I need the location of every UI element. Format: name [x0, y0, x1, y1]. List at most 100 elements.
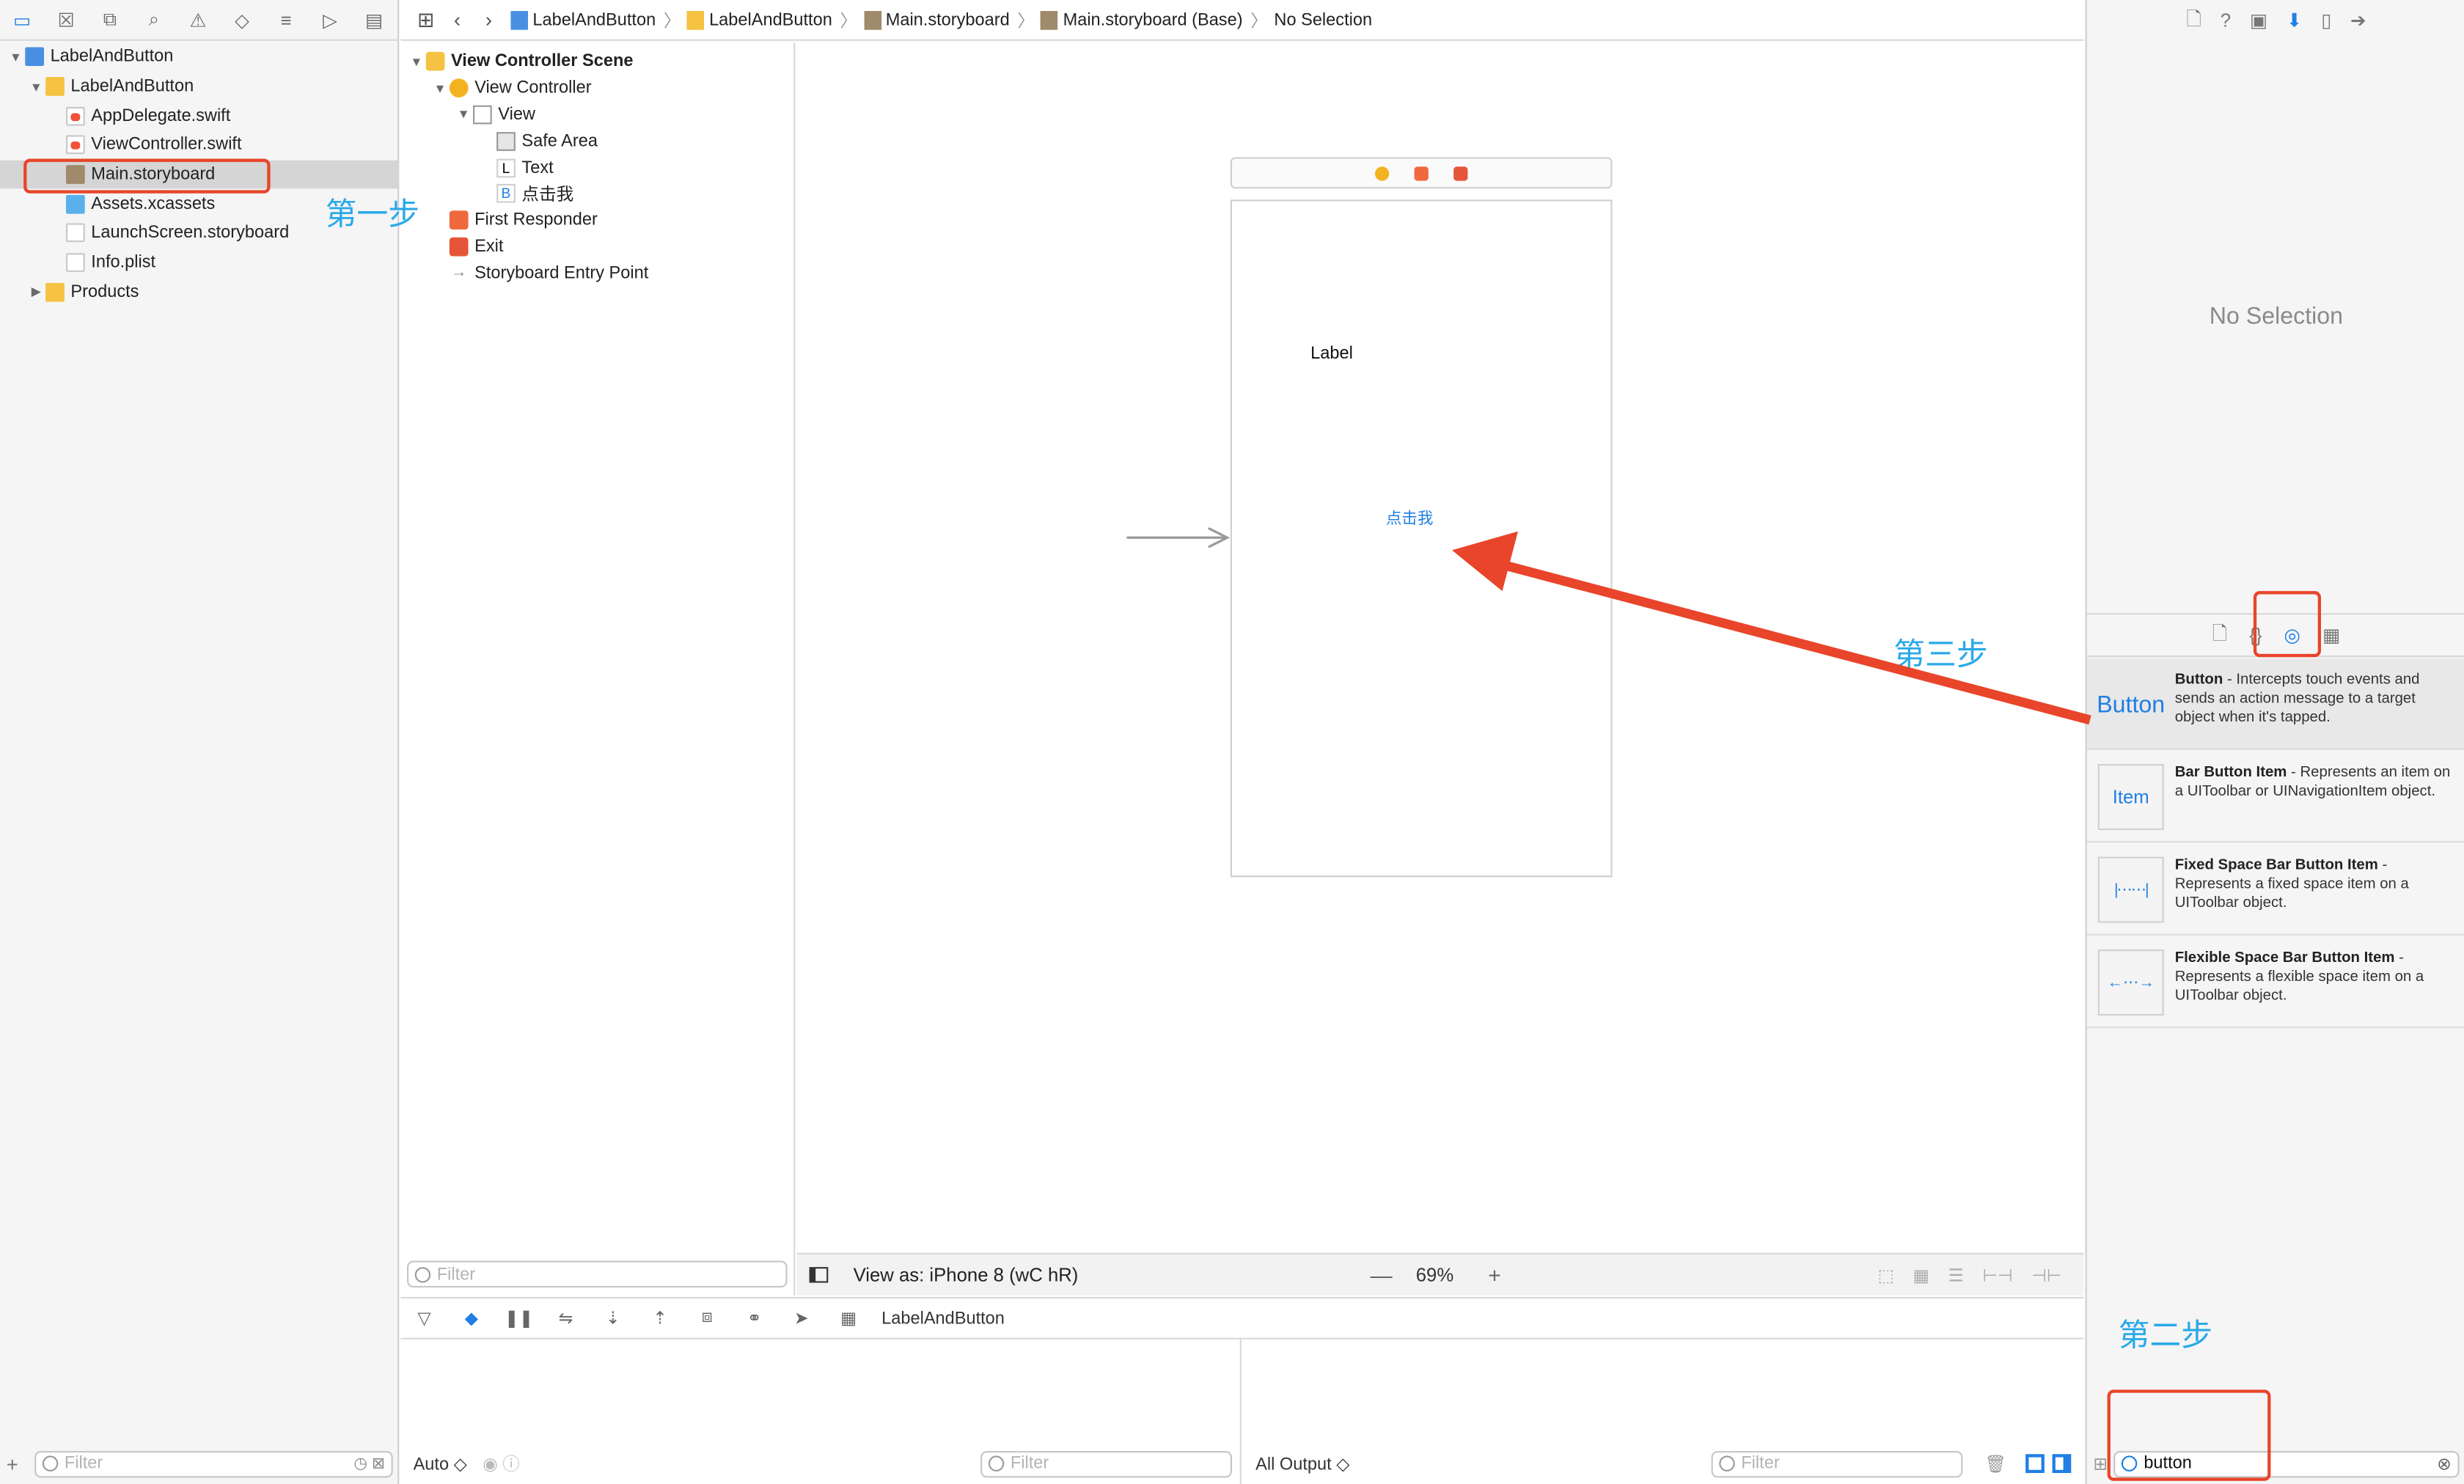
breadcrumb-file[interactable]: Main.storyboard 〉: [863, 7, 1035, 32]
zoom-in-button[interactable]: +: [1488, 1263, 1501, 1288]
outline-item[interactable]: First Responder: [407, 207, 793, 234]
disclosure-open-icon[interactable]: ▼: [430, 81, 450, 95]
report-icon[interactable]: ▤: [359, 4, 390, 35]
navigator-filter-input[interactable]: Filter ◷ ⊠: [34, 1450, 393, 1477]
crumb-label: LabelAndButton: [532, 10, 656, 29]
update-frames-icon[interactable]: ⬚: [1878, 1265, 1894, 1285]
scheme-name[interactable]: LabelAndButton: [881, 1309, 1005, 1328]
library-item[interactable]: Button Button - Intercepts touch events a…: [2086, 658, 2464, 750]
library-item[interactable]: ←⋯→ Flexible Space Bar Button Item - Repr…: [2086, 937, 2464, 1029]
add-icon[interactable]: +: [7, 1452, 35, 1475]
breadcrumb-project[interactable]: LabelAndButton 〉: [510, 7, 681, 32]
zoom-out-button[interactable]: —: [1371, 1263, 1393, 1288]
step-in-icon[interactable]: ⇣: [598, 1308, 627, 1329]
identity-inspector-icon[interactable]: ▣: [2250, 10, 2267, 32]
memory-graph-icon[interactable]: ⚭: [740, 1308, 769, 1329]
exit-icon[interactable]: [1453, 166, 1468, 180]
first-responder-icon[interactable]: [1414, 166, 1429, 180]
auto-selector[interactable]: Auto ◇: [414, 1453, 467, 1474]
step-over-icon[interactable]: ⇋: [551, 1308, 580, 1329]
outline-tree: ▼ View Controller Scene ▼ View Controller ▼ V…: [407, 48, 793, 286]
debug-icon[interactable]: ≡: [271, 4, 302, 35]
tree-item[interactable]: ▼ LabelAndButton: [0, 72, 399, 101]
stack-icon[interactable]: ☰: [1948, 1265, 1964, 1285]
connections-inspector-icon[interactable]: ➔: [2350, 10, 2366, 32]
label-element[interactable]: Label: [1310, 345, 1353, 364]
folder-icon: [45, 282, 65, 302]
inspector-pane: 🗋 ? ▣ ⬇ ▯ ➔ No Selection 🗋 {} ◎ ▦ Button…: [2085, 0, 2464, 1484]
trash-icon[interactable]: 🗑: [1984, 1453, 2006, 1474]
symbol-icon[interactable]: ⧉: [95, 4, 126, 35]
help-inspector-icon[interactable]: ?: [2221, 10, 2231, 32]
toggle-outline-icon[interactable]: [809, 1267, 829, 1283]
breadcrumb-folder[interactable]: LabelAndButton 〉: [687, 7, 857, 32]
tree-item[interactable]: Info.plist: [0, 248, 399, 277]
size-inspector-icon[interactable]: ▯: [2321, 10, 2331, 32]
console-filter-input[interactable]: Filter: [1711, 1450, 1963, 1477]
recent-icon[interactable]: ◷ ⊠: [353, 1455, 385, 1472]
outline-item[interactable]: L Text: [407, 155, 793, 181]
breakpoint-icon[interactable]: ▷: [315, 4, 346, 35]
variables-view: Auto ◇ ◉ ⓘ Filter: [400, 1339, 1242, 1484]
outline-item[interactable]: ▼ View: [407, 101, 793, 128]
folder-icon[interactable]: ▭: [7, 4, 38, 35]
all-output-selector[interactable]: All Output ◇: [1255, 1453, 1349, 1474]
pause-icon[interactable]: ❚❚: [505, 1308, 534, 1329]
clear-icon[interactable]: ⊗: [2437, 1453, 2452, 1474]
grid-view-icon[interactable]: ⊞: [2093, 1453, 2108, 1474]
outline-item[interactable]: ▼ View Controller Scene: [407, 48, 793, 75]
library-item[interactable]: Item Bar Button Item - Represents an item…: [2086, 752, 2464, 843]
breadcrumb-selection[interactable]: No Selection: [1274, 10, 1372, 29]
outline-item[interactable]: ▼ View Controller: [407, 75, 793, 101]
split-right-icon[interactable]: [2052, 1454, 2072, 1473]
source-control-icon[interactable]: ☒: [51, 4, 82, 35]
canvas-bottom-bar: View as: iPhone 8 (wC hR) — 69% + ⬚ ▦ ☰ …: [796, 1252, 2084, 1296]
disclosure-open-icon[interactable]: ▼: [26, 79, 45, 93]
embed-icon[interactable]: ▦: [1913, 1265, 1929, 1285]
outline-item[interactable]: Exit: [407, 234, 793, 260]
location-icon[interactable]: ➤: [788, 1308, 816, 1329]
split-left-icon[interactable]: [2025, 1454, 2045, 1473]
safe-area-icon: [496, 131, 516, 151]
view-as-label[interactable]: View as: iPhone 8 (wC hR): [854, 1264, 1079, 1286]
warning-icon[interactable]: ⚠: [183, 4, 214, 35]
outline-filter-input[interactable]: Filter: [407, 1260, 788, 1288]
back-icon[interactable]: ‹: [441, 8, 473, 32]
breakpoints-toggle-icon[interactable]: ◆: [458, 1308, 486, 1329]
attributes-inspector-icon[interactable]: ⬇: [2287, 10, 2303, 32]
variables-filter-input[interactable]: Filter: [980, 1450, 1232, 1477]
media-library-icon[interactable]: ▦: [2322, 624, 2340, 646]
test-icon[interactable]: ◇: [227, 4, 258, 35]
disclosure-closed-icon[interactable]: ▶: [26, 285, 45, 299]
disclosure-open-icon[interactable]: ▼: [407, 55, 426, 69]
tree-item[interactable]: ▶ Products: [0, 277, 399, 306]
tree-item[interactable]: ▼ LabelAndButton: [0, 43, 399, 72]
disclosure-open-icon[interactable]: ▼: [454, 108, 473, 122]
outline-item-label: Text: [521, 158, 554, 177]
eye-icon[interactable]: ◉ ⓘ: [483, 1451, 520, 1476]
library-item-text: Flexible Space Bar Button Item - Represe…: [2175, 949, 2464, 1006]
align-icon[interactable]: ⊢⊣: [1983, 1265, 2013, 1285]
outline-item[interactable]: → Storyboard Entry Point: [407, 260, 793, 287]
outline-item[interactable]: Safe Area: [407, 128, 793, 155]
resolve-icon[interactable]: ⊣⊢: [2031, 1265, 2061, 1285]
tree-item-label: LabelAndButton: [50, 48, 174, 67]
outline-item[interactable]: B 点击我: [407, 181, 793, 207]
view-controller-icon[interactable]: [1375, 166, 1390, 180]
file-template-icon[interactable]: 🗋: [2212, 619, 2228, 652]
related-items-icon[interactable]: ⊞: [410, 7, 441, 32]
step-out-icon[interactable]: ⇡: [646, 1308, 675, 1329]
outline-item-label: View Controller Scene: [451, 52, 634, 72]
tree-item[interactable]: AppDelegate.swift: [0, 101, 399, 131]
file-inspector-icon[interactable]: 🗋: [2186, 4, 2201, 37]
view-debugger-icon[interactable]: ⧈: [693, 1308, 722, 1329]
forward-icon[interactable]: ›: [473, 8, 505, 32]
disclosure-open-icon[interactable]: ▼: [7, 50, 26, 64]
hide-debug-icon[interactable]: ▽: [410, 1308, 439, 1329]
outline-item-label: View Controller: [474, 78, 592, 98]
library-item[interactable]: |⋯⋯| Fixed Space Bar Button Item - Repres…: [2086, 844, 2464, 936]
tree-item[interactable]: ViewController.swift: [0, 131, 399, 160]
search-icon[interactable]: ⌕: [139, 4, 170, 35]
scene-dock[interactable]: [1230, 157, 1613, 189]
breadcrumb-base[interactable]: Main.storyboard (Base) 〉: [1041, 7, 1268, 32]
